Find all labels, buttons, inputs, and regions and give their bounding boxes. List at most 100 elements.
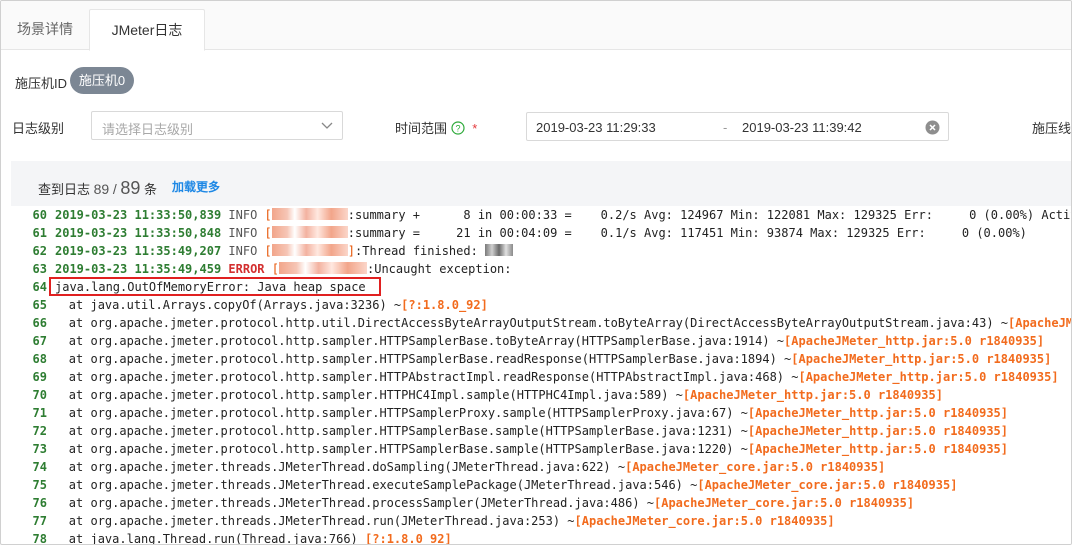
line-number: 63 (32, 262, 47, 276)
jar-version: [ApacheJMeter_http.jar:5.0 r1840935] (682, 388, 943, 402)
log-message: at org.apache.jmeter.threads.JMeterThrea… (55, 478, 698, 492)
log-message: :Uncaught exception: (367, 262, 512, 276)
tab-jmeter-log[interactable]: JMeter日志 (89, 9, 205, 51)
log-line: 63 2019-03-23 11:35:49,459 ERROR [ :Uncaug… (11, 260, 512, 278)
line-number: 65 (32, 298, 47, 312)
time-range-end[interactable]: 2019-03-23 11:39:42 (742, 120, 862, 135)
line-number: 75 (32, 478, 47, 492)
line-number: 74 (32, 460, 47, 474)
log-timestamp: 2019-03-23 11:35:49,207 (55, 244, 222, 258)
log-message: at org.apache.jmeter.threads.JMeterThrea… (55, 514, 575, 528)
log-count-prefix: 查到日志 (38, 182, 91, 197)
log-message: at java.lang.Thread.run(Thread.java:766) (55, 532, 366, 545)
log-message: :Thread finished: (355, 244, 486, 258)
redacted-thread-name (279, 262, 367, 274)
log-message: at org.apache.jmeter.protocol.http.sampl… (55, 424, 748, 438)
required-mark: * (472, 121, 478, 136)
time-range-start[interactable]: 2019-03-23 11:29:33 (536, 120, 656, 135)
agent-id-label: 施压机ID (15, 76, 68, 91)
log-timestamp: 2019-03-23 11:35:49,459 (55, 262, 222, 276)
thread-bracket: [ (264, 226, 272, 240)
log-line: 65 at java.util.Arrays.copyOf(Arrays.jav… (11, 296, 488, 314)
line-number: 78 (32, 532, 47, 545)
log-message: :summary = 21 in 00:04:09 = 0.1/s Avg: 1… (347, 226, 1027, 240)
svg-text:?: ? (455, 124, 460, 134)
app-frame: 场景详情 JMeter日志 施压机ID 施压机0 日志级别 请选择日志级别 时间… (0, 0, 1072, 545)
log-line: 75 at org.apache.jmeter.threads.JMeterTh… (11, 476, 958, 494)
redacted-thread-name (271, 244, 348, 256)
log-level: ERROR (228, 262, 265, 276)
jar-version: [?:1.8.0_92] (401, 298, 488, 312)
log-line: 62 2019-03-23 11:35:49,207 INFO []:Thread… (11, 242, 514, 260)
thread-bracket: [ (264, 244, 272, 258)
line-number: 68 (32, 352, 47, 366)
line-number: 64 (32, 280, 47, 294)
jar-version: [ApacheJMeter_http.jar:5.0 r1840935] (791, 352, 1052, 366)
question-circle-icon[interactable]: ? (451, 121, 465, 135)
jar-version: [?:1.8.0_92] (365, 532, 452, 545)
jar-version: [ApacheJMeter_core.jar:5.0 r1840935] (654, 496, 915, 510)
thread-bracket: [ (271, 262, 279, 276)
redacted-thread-id (485, 244, 514, 256)
log-message: at org.apache.jmeter.protocol.http.sampl… (55, 388, 683, 402)
line-number: 73 (32, 442, 47, 456)
time-range-picker[interactable]: 2019-03-23 11:29:33 - 2019-03-23 11:39:4… (526, 112, 949, 141)
thread-label: 施压线程 (1032, 121, 1072, 136)
log-line: 67 at org.apache.jmeter.protocol.http.sa… (11, 332, 1045, 350)
jar-version: [ApacheJMeter_http.jar:5.0 r1840935] (747, 442, 1009, 456)
redacted-thread-name (271, 208, 348, 220)
jar-version: [ApacheJMeter_http.jar:5.0 r1840935] (747, 406, 1009, 420)
log-count-shown: 89 (93, 181, 110, 197)
redacted-thread-name (271, 226, 348, 238)
chevron-down-icon (321, 122, 333, 129)
log-line: 68 at org.apache.jmeter.protocol.http.sa… (11, 350, 1052, 368)
log-message: at org.apache.jmeter.protocol.http.sampl… (55, 370, 799, 384)
log-level-placeholder: 请选择日志级别 (102, 122, 194, 137)
log-line: 60 2019-03-23 11:33:50,839 INFO [ :summary… (11, 206, 1072, 224)
time-range-label: 时间范围 (395, 121, 448, 136)
log-line: 70 at org.apache.jmeter.protocol.http.sa… (11, 386, 943, 404)
thread-bracket: [ (264, 208, 272, 222)
log-viewer[interactable]: 60 2019-03-23 11:33:50,839 INFO [ :summary… (11, 206, 1072, 545)
clear-circle-icon[interactable] (925, 120, 940, 135)
error-highlight-box (49, 277, 381, 296)
log-message: at org.apache.jmeter.protocol.http.sampl… (55, 406, 748, 420)
line-number: 66 (32, 316, 47, 330)
line-number: 62 (32, 244, 47, 258)
log-level-label: 日志级别 (12, 121, 65, 136)
log-message: at org.apache.jmeter.protocol.http.sampl… (55, 442, 748, 456)
jar-version: [ApacheJMeter_core.jar:5.0 r1840935] (574, 514, 835, 528)
log-level-select[interactable]: 请选择日志级别 (91, 111, 343, 140)
thread-bracket: ] (347, 244, 356, 258)
tab-bar: 场景详情 JMeter日志 (1, 1, 1071, 51)
jar-version: [ApacheJMeter_core.jar:5.0 r1840935] (625, 460, 886, 474)
line-number: 67 (32, 334, 47, 348)
line-number: 60 (32, 208, 47, 222)
log-summary-bar: 查到日志 89 / 89 条 加载更多 (11, 161, 1071, 208)
log-line: 76 at org.apache.jmeter.threads.JMeterTh… (11, 494, 915, 512)
time-range-label-group: 时间范围 ? * (395, 118, 477, 137)
log-timestamp: 2019-03-23 11:33:50,839 (55, 208, 222, 222)
log-timestamp: 2019-03-23 11:33:50,848 (55, 226, 222, 240)
line-number: 70 (32, 388, 47, 402)
load-more-link[interactable]: 加载更多 (172, 178, 220, 195)
jar-version: [ApacheJMeter_core.jar:5.0 r1840935] (697, 478, 958, 492)
log-line: 77 at org.apache.jmeter.threads.JMeterTh… (11, 512, 835, 530)
log-message: at org.apache.jmeter.threads.JMeterThrea… (55, 460, 626, 474)
log-count-text: 查到日志 89 / 89 条 (38, 178, 157, 199)
log-level: INFO (228, 208, 258, 222)
line-number: 76 (32, 496, 47, 510)
jar-version: [ApacheJMeter_http.jar:5.0 r1840935] (1008, 316, 1072, 330)
log-line: 66 at org.apache.jmeter.protocol.http.ut… (11, 314, 1072, 332)
agent-0-chip[interactable]: 施压机0 (70, 67, 134, 94)
log-line: 72 at org.apache.jmeter.protocol.http.sa… (11, 422, 1008, 440)
log-message: :summary + 8 in 00:00:33 = 0.2/s Avg: 12… (347, 208, 1072, 222)
log-count-total: 89 (120, 178, 141, 198)
log-line: 78 at java.lang.Thread.run(Thread.java:7… (11, 530, 452, 545)
tab-scene-details[interactable]: 场景详情 (1, 9, 89, 51)
jar-version: [ApacheJMeter_http.jar:5.0 r1840935] (747, 424, 1009, 438)
log-level: INFO (228, 244, 258, 258)
log-message: at org.apache.jmeter.protocol.http.sampl… (55, 334, 785, 348)
log-message: at org.apache.jmeter.protocol.http.util.… (55, 316, 1008, 330)
log-message: at org.apache.jmeter.protocol.http.sampl… (55, 352, 792, 366)
